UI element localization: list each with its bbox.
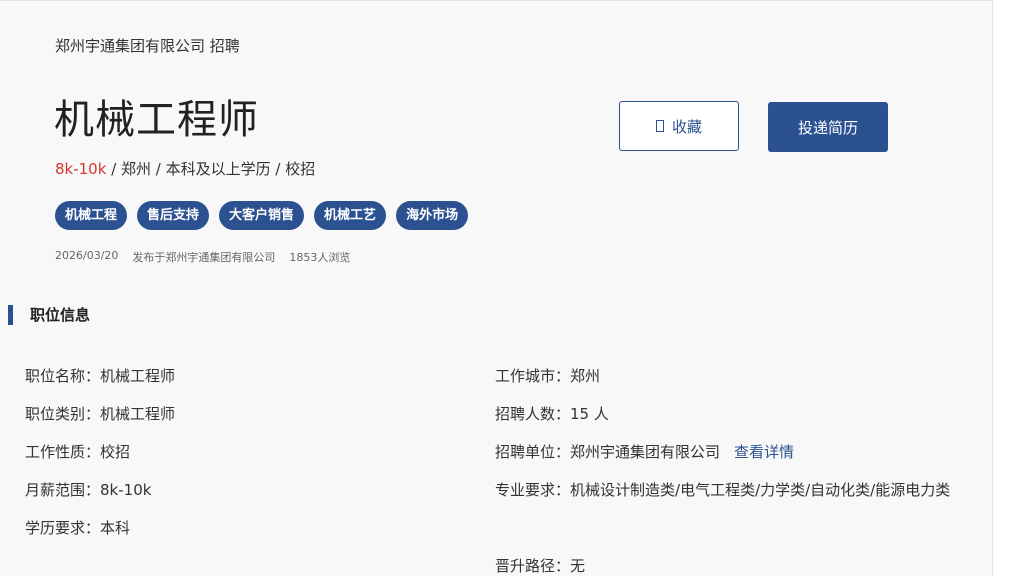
- info-value: 15 人: [570, 405, 609, 423]
- job-title: 机械工程师: [54, 97, 259, 143]
- section-title: 职位信息: [30, 306, 91, 324]
- info-label: 职位名称：: [25, 367, 101, 385]
- info-label: 工作性质：: [25, 443, 101, 461]
- info-label: 招聘人数：: [495, 405, 571, 423]
- publish-info: 2026/03/20 发布于郑州宇通集团有限公司 1853人浏览: [55, 249, 350, 265]
- info-left-column: 职位名称：机械工程师 职位类别：机械工程师 工作性质：校招 月薪范围：8k-10…: [25, 357, 175, 547]
- favorite-label: 收藏: [671, 117, 702, 136]
- apply-button[interactable]: 投递简历: [768, 102, 888, 152]
- info-value: 机械设计制造类/电气工程类/力学类/自动化类/能源电力类: [570, 481, 951, 499]
- view-details-link[interactable]: 查看详情: [734, 443, 794, 461]
- info-value: 8k-10k: [100, 481, 152, 499]
- publish-date: 2026/03/20: [55, 249, 119, 262]
- tag[interactable]: 机械工艺: [314, 201, 387, 230]
- info-label: 月薪范围：: [25, 481, 101, 499]
- info-row: 工作城市：郑州: [495, 357, 965, 395]
- info-row: 招聘人数：15 人: [495, 395, 965, 433]
- info-row: 职位类别：机械工程师: [25, 395, 175, 433]
- info-value: 无: [570, 557, 586, 575]
- tag-list: 机械工程 售后支持 大客户销售 机械工艺 海外市场: [55, 201, 469, 230]
- info-value: 机械工程师: [100, 405, 176, 423]
- bookmark-icon: [655, 120, 664, 132]
- info-row: 工作性质：校招: [25, 433, 175, 471]
- info-row: 学历要求：本科: [25, 509, 175, 547]
- info-value: 本科: [100, 519, 131, 537]
- job-meta: 8k-10k / 郑州 / 本科及以上学历 / 校招: [55, 158, 315, 179]
- publisher: 发布于郑州宇通集团有限公司: [132, 251, 276, 264]
- info-row: 专业要求：机械设计制造类/电气工程类/力学类/自动化类/能源电力类: [495, 471, 965, 547]
- info-label: 工作城市：: [495, 367, 571, 385]
- info-label: 学历要求：: [25, 519, 101, 537]
- info-row: 招聘单位：郑州宇通集团有限公司 查看详情: [495, 433, 965, 471]
- section-header: 职位信息: [8, 304, 90, 325]
- salary: 8k-10k: [55, 160, 107, 178]
- info-row: 月薪范围：8k-10k: [25, 471, 175, 509]
- section-accent-bar: [8, 304, 13, 325]
- info-row: 职位名称：机械工程师: [25, 357, 175, 395]
- info-value: 郑州: [570, 367, 601, 385]
- info-right-column: 工作城市：郑州 招聘人数：15 人 招聘单位：郑州宇通集团有限公司 查看详情 专业…: [495, 357, 965, 585]
- tag[interactable]: 售后支持: [137, 201, 210, 230]
- info-label: 职位类别：: [25, 405, 101, 423]
- info-label: 招聘单位：: [495, 443, 571, 461]
- info-value: 机械工程师: [100, 367, 176, 385]
- view-count: 1853人浏览: [289, 251, 351, 264]
- company-line: 郑州宇通集团有限公司 招聘: [55, 37, 240, 55]
- meta-rest: / 郑州 / 本科及以上学历 / 校招: [106, 160, 316, 178]
- info-label: 专业要求：: [495, 481, 571, 499]
- info-value: 校招: [100, 443, 131, 461]
- info-row: 晋升路径：无: [495, 547, 965, 585]
- info-value: 郑州宇通集团有限公司: [570, 443, 721, 461]
- tag[interactable]: 海外市场: [396, 201, 469, 230]
- tag[interactable]: 机械工程: [55, 201, 128, 230]
- tag[interactable]: 大客户销售: [219, 201, 305, 230]
- job-detail-page: 郑州宇通集团有限公司 招聘 机械工程师 8k-10k / 郑州 / 本科及以上学…: [0, 0, 993, 576]
- info-label: 晋升路径：: [495, 557, 571, 575]
- favorite-button[interactable]: 收藏: [619, 101, 739, 151]
